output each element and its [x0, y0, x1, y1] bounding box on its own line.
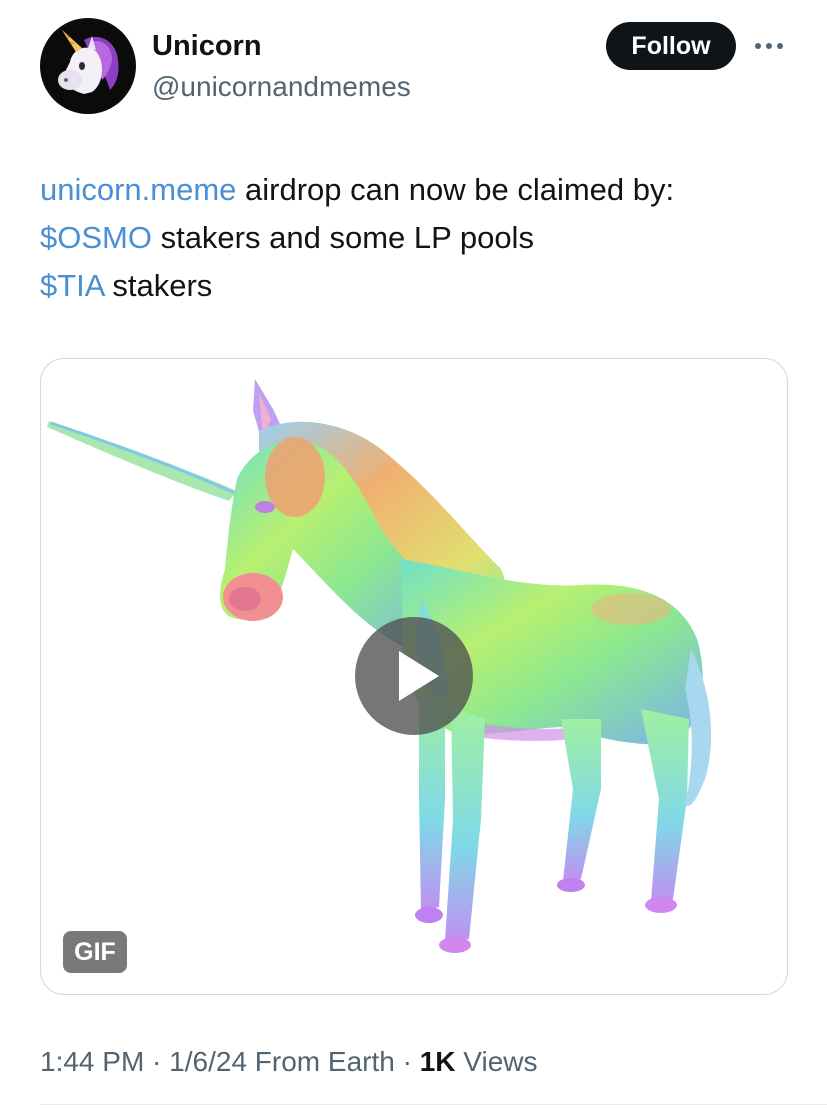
author-handle[interactable]: @unicornandmemes [152, 69, 411, 105]
tweet-line-2: $OSMO stakers and some LP pools [40, 214, 800, 262]
author-display-name[interactable]: Unicorn [152, 28, 262, 64]
media-card[interactable]: GIF [40, 358, 788, 995]
meta-separator: · [394, 1046, 420, 1077]
views-label: Views [455, 1046, 538, 1077]
link-unicorn-meme[interactable]: unicorn.meme [40, 172, 236, 207]
tweet-source: From Earth [247, 1046, 395, 1077]
cashtag-osmo[interactable]: $OSMO [40, 220, 152, 255]
play-button[interactable] [355, 617, 473, 735]
divider [40, 1104, 827, 1105]
tweet-text: unicorn.meme airdrop can now be claimed … [40, 166, 800, 310]
meta-separator: · [144, 1046, 170, 1077]
unicorn-emoji-icon [58, 30, 119, 94]
tweet-line-1: unicorn.meme airdrop can now be claimed … [40, 166, 800, 214]
tweet-line-3: $TIA stakers [40, 262, 800, 310]
tweet-line-1-text: airdrop can now be claimed by: [236, 172, 675, 207]
cashtag-tia[interactable]: $TIA [40, 268, 104, 303]
tweet-time[interactable]: 1:44 PM [40, 1046, 144, 1077]
follow-button[interactable]: Follow [606, 22, 736, 70]
tweet-date[interactable]: 1/6/24 [169, 1046, 247, 1077]
avatar[interactable] [40, 18, 136, 114]
tweet-line-3-text: stakers [103, 268, 213, 303]
gif-badge: GIF [63, 931, 127, 973]
tweet-line-2-text: stakers and some LP pools [151, 220, 534, 255]
more-horizontal-icon[interactable] [752, 36, 786, 56]
play-icon [399, 651, 439, 701]
tweet-meta: 1:44 PM · 1/6/24 From Earth · 1K Views [40, 1044, 538, 1080]
views-count: 1K [419, 1046, 456, 1077]
